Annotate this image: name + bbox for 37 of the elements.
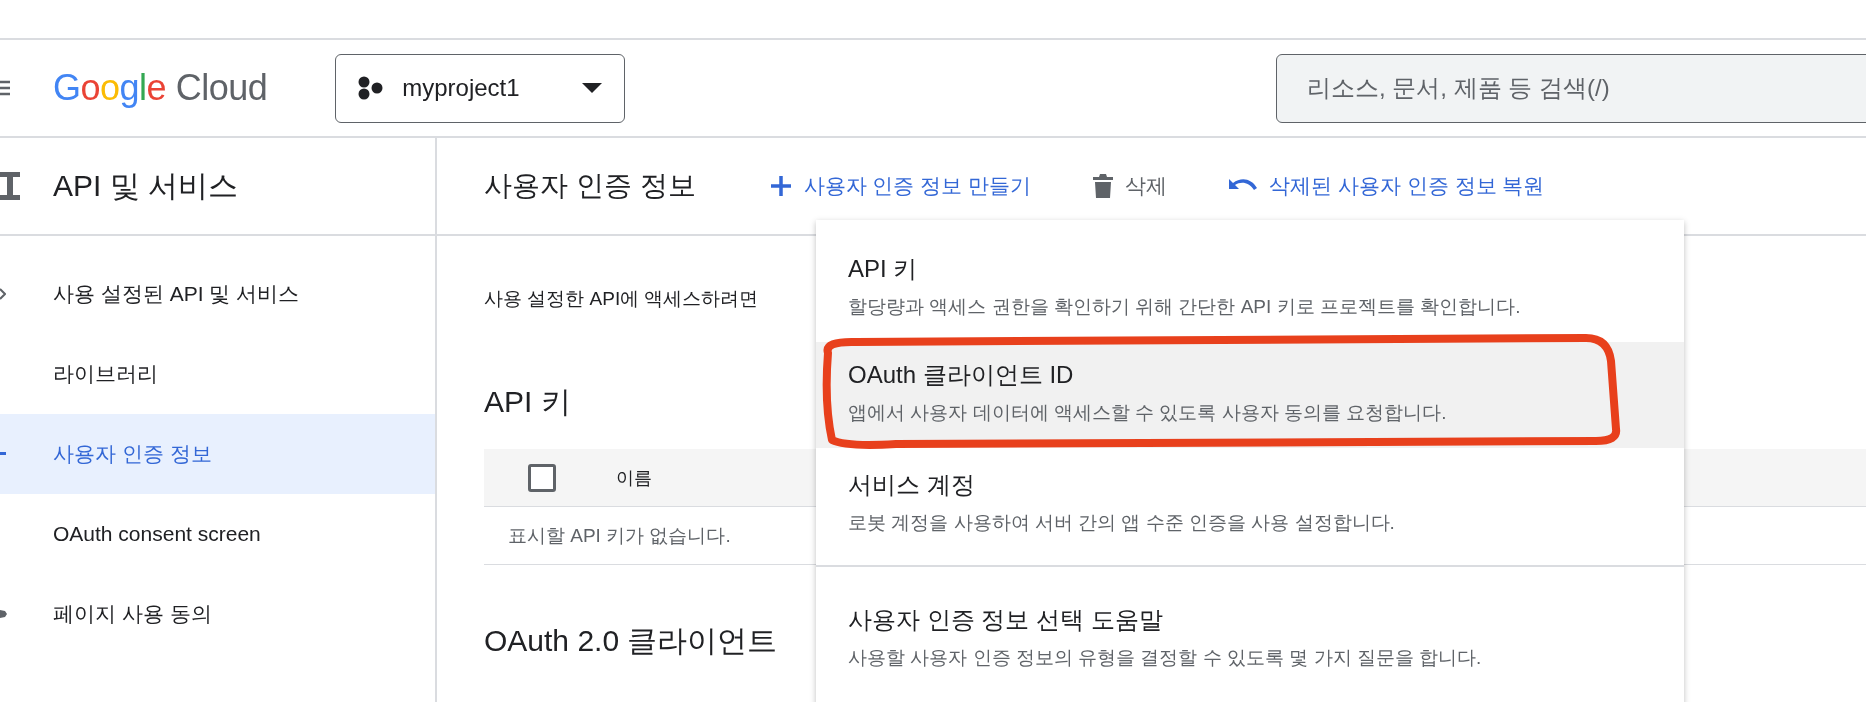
dash-icon — [0, 452, 6, 456]
project-selector[interactable]: myproject1 — [335, 53, 626, 123]
menu-item-description: 할당량과 액세스 권한을 확인하기 위해 간단한 API 키로 프로젝트를 확인합니다. — [848, 295, 1521, 319]
logo[interactable]: Google Cloud — [53, 67, 268, 109]
delete-button[interactable]: 삭제 — [1087, 168, 1174, 204]
caret-icon — [582, 83, 603, 93]
intro-text: 사용 설정한 API에 액세스하려면 — [484, 287, 759, 311]
plus-icon — [769, 175, 792, 197]
menu-item[interactable]: 서비스 계정 로봇 계정을 사용하여 서버 간의 앱 수준 인증을 사용 설정합니다. — [816, 448, 1684, 565]
checkbox[interactable] — [528, 463, 556, 492]
empty-message: 표시할 API 키가 없습니다. — [508, 523, 731, 548]
menu-item[interactable]: 사용자 인증 정보 선택 도움말 사용할 사용자 인증 정보의 유형을 결정할 수 있도록 몇 가지 질문을 합니다. — [816, 567, 1684, 702]
trash-icon — [1093, 174, 1114, 198]
menu-item-description: 로봇 계정을 사용하여 서버 간의 앱 수준 인증을 사용 설정합니다. — [848, 511, 1395, 535]
menu-item-title: OAuth 클라이언트 ID — [848, 360, 1074, 390]
menu-item-title: 사용자 인증 정보 선택 도움말 — [848, 605, 1163, 635]
menu-item-description: 앱에서 사용자 데이터에 액세스할 수 있도록 사용자 동의를 요청합니다. — [848, 401, 1447, 425]
sidebar-item[interactable]: 라이브러리 — [0, 334, 435, 414]
sidebar-item[interactable]: 사용자 인증 정보 — [0, 414, 435, 494]
section-heading: OAuth 2.0 클라이언트 — [484, 624, 778, 657]
chevron-icon — [0, 288, 6, 300]
sidebar-item[interactable]: OAuth consent screen — [0, 494, 435, 574]
section-heading: API 키 — [484, 385, 571, 418]
api-icon — [0, 172, 20, 200]
page-title: 사용자 인증 정보 — [484, 169, 696, 203]
menu-item-description: 사용할 사용자 인증 정보의 유형을 결정할 수 있도록 몇 가지 질문을 합니다. — [848, 646, 1482, 670]
sidebar-title: API 및 서비스 — [53, 167, 239, 204]
menu-item[interactable]: API 키 할당량과 액세스 권한을 확인하기 위해 간단한 API 키로 프로젝트를 확인합니다. — [816, 236, 1684, 342]
sidebar-item[interactable]: 사용 설정된 API 및 서비스 — [0, 254, 435, 334]
menu-icon[interactable] — [0, 80, 10, 96]
create-button[interactable]: 사용자 인증 정보 만들기 — [763, 168, 1038, 204]
restore-button[interactable]: 삭제된 사용자 인증 정보 복원 — [1223, 168, 1551, 204]
sidebar-item[interactable]: 페이지 사용 동의 — [0, 574, 435, 654]
column-header: 이름 — [616, 466, 652, 490]
menu-item-title: API 키 — [848, 254, 918, 284]
search-field[interactable]: 리소스, 문서, 제품 등 검색(/) — [1276, 53, 1866, 123]
menu-item-title: 서비스 계정 — [848, 470, 975, 500]
